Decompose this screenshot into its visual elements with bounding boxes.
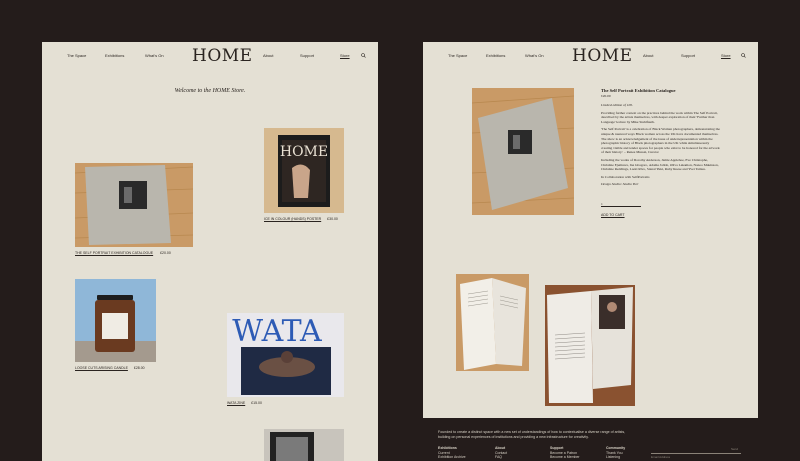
- footer: Founded to create a distinct space with …: [423, 418, 758, 461]
- description-paragraph: Providing further context on the practic…: [601, 110, 718, 124]
- nav-item-store[interactable]: Store: [721, 53, 731, 59]
- footer-column-exhibitions: Exhibitions Current Exhibition Archive: [438, 446, 466, 460]
- footer-column-about: About Contact FAQ: [495, 446, 507, 460]
- catalogue-spread-image: [456, 274, 529, 371]
- footer-heading: Community: [606, 446, 626, 450]
- search-icon[interactable]: [741, 53, 746, 58]
- product-name-link[interactable]: The Self Portrait Exhibition Catalogue: [75, 251, 153, 255]
- top-nav: The Space Exhibitions What's On HOME Abo…: [423, 48, 758, 69]
- nav-item-whats-on[interactable]: What's On: [145, 53, 164, 59]
- nav-item-support[interactable]: Support: [300, 53, 314, 59]
- logo[interactable]: HOME: [192, 48, 253, 65]
- product-price: £15.00: [251, 401, 262, 405]
- candle-product-image[interactable]: [75, 279, 156, 362]
- nav-item-the-space[interactable]: The Space: [448, 53, 467, 59]
- design-credit: Design Studio: Studio Yuri: [601, 182, 639, 187]
- welcome-heading: Welcome to the HOME Store.: [174, 88, 246, 94]
- footer-link[interactable]: FAQ: [495, 455, 507, 460]
- catalogue-product-image[interactable]: [75, 163, 193, 247]
- product-name-link[interactable]: Loose Cuts Arising Candle: [75, 366, 128, 370]
- nav-item-exhibitions[interactable]: Exhibitions: [486, 53, 505, 59]
- email-field[interactable]: [651, 450, 741, 454]
- product-price: £30.00: [327, 217, 338, 221]
- description-paragraph: Including the works of Dorothy Anderson,…: [601, 158, 719, 172]
- footer-link[interactable]: Exhibition Archive: [438, 455, 466, 460]
- top-nav: The Space Exhibitions What's On HOME Abo…: [42, 48, 378, 69]
- nav-item-about[interactable]: About: [263, 53, 273, 59]
- footer-link[interactable]: Listening: [606, 455, 625, 460]
- nav-item-whats-on[interactable]: What's On: [525, 53, 544, 59]
- logo[interactable]: HOME: [572, 48, 633, 65]
- collaboration-note: In Collaboration with SelfPortraits: [601, 174, 650, 179]
- product-name-link[interactable]: Ice in Colour (Hands) Poster: [264, 217, 321, 221]
- poster-product-image[interactable]: HOME: [264, 128, 344, 213]
- nav-item-support[interactable]: Support: [681, 53, 695, 59]
- footer-column-support: Support Become a Patron Become a Member: [550, 446, 580, 460]
- product-name-link[interactable]: WATA Zine: [227, 401, 245, 405]
- add-to-cart-button[interactable]: Add to cart: [601, 213, 625, 217]
- email-label: Email Address: [651, 455, 671, 459]
- product-detail-panel: The Space Exhibitions What's On HOME Abo…: [423, 42, 758, 418]
- candle-caption: Loose Cuts Arising Candle £28.00: [75, 366, 145, 370]
- svg-text:HOME: HOME: [280, 144, 328, 160]
- product-price: £28.00: [133, 366, 145, 370]
- catalogue-open-page-image: [545, 285, 635, 406]
- nav-item-about[interactable]: About: [643, 53, 653, 59]
- zine-product-image[interactable]: WATA: [227, 313, 344, 397]
- footer-link[interactable]: Become a Member: [550, 455, 580, 460]
- edition-note: Limited edition of 100.: [601, 103, 633, 108]
- quantity-input[interactable]: 1: [601, 202, 641, 207]
- nav-item-exhibitions[interactable]: Exhibitions: [105, 53, 124, 59]
- svg-text:WATA: WATA: [232, 314, 322, 349]
- catalogue-caption: The Self Portrait Exhibition Catalogue £…: [75, 251, 171, 255]
- footer-tagline: Founded to create a distinct space with …: [438, 430, 626, 439]
- nav-item-the-space[interactable]: The Space: [67, 53, 86, 59]
- product-details: The Self Portrait Exhibition Catalogue £…: [601, 88, 721, 187]
- nav-item-store[interactable]: Store: [340, 53, 350, 59]
- search-icon[interactable]: [361, 53, 366, 58]
- poster-caption: Ice in Colour (Hands) Poster £30.00: [264, 217, 338, 221]
- catalogue-main-image: [472, 88, 574, 215]
- footer-column-community: Community Thank You Listening: [606, 446, 625, 460]
- zine-caption: WATA Zine £15.00: [227, 401, 262, 405]
- description-paragraph: 'The Self Portrait' is a celebration of …: [601, 127, 720, 155]
- product-price: £20.00: [601, 93, 611, 98]
- email-send-button[interactable]: Send: [731, 447, 738, 451]
- store-page-panel: The Space Exhibitions What's On HOME Abo…: [42, 42, 378, 461]
- framed-print-product-image[interactable]: [264, 429, 344, 461]
- product-price: £20.00: [160, 251, 171, 255]
